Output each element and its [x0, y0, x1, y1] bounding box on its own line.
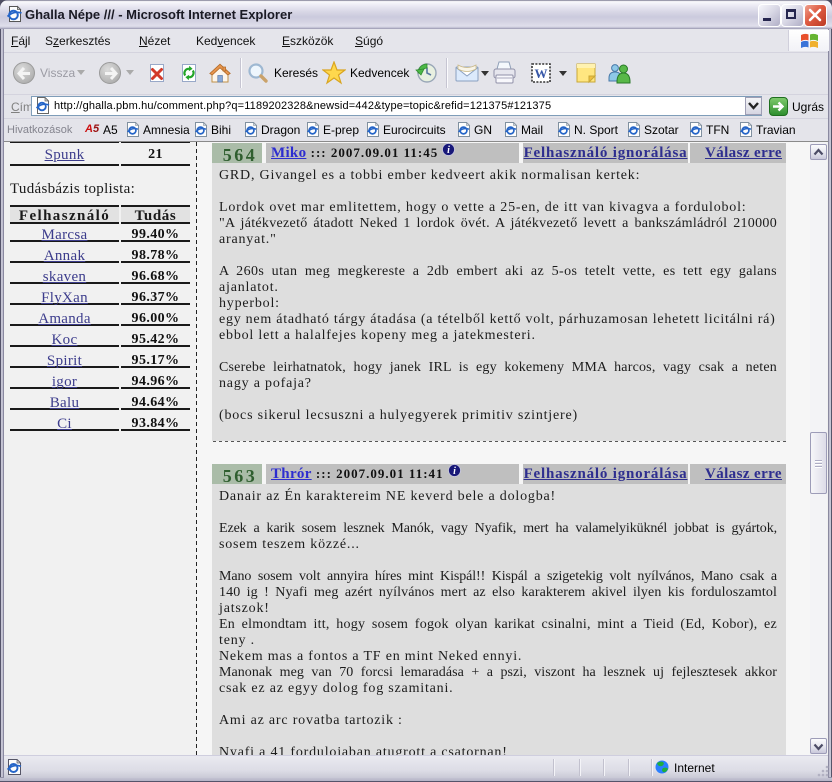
svg-text:i: i — [448, 145, 451, 156]
svg-text:i: i — [453, 466, 456, 477]
svg-text:W: W — [535, 66, 548, 81]
